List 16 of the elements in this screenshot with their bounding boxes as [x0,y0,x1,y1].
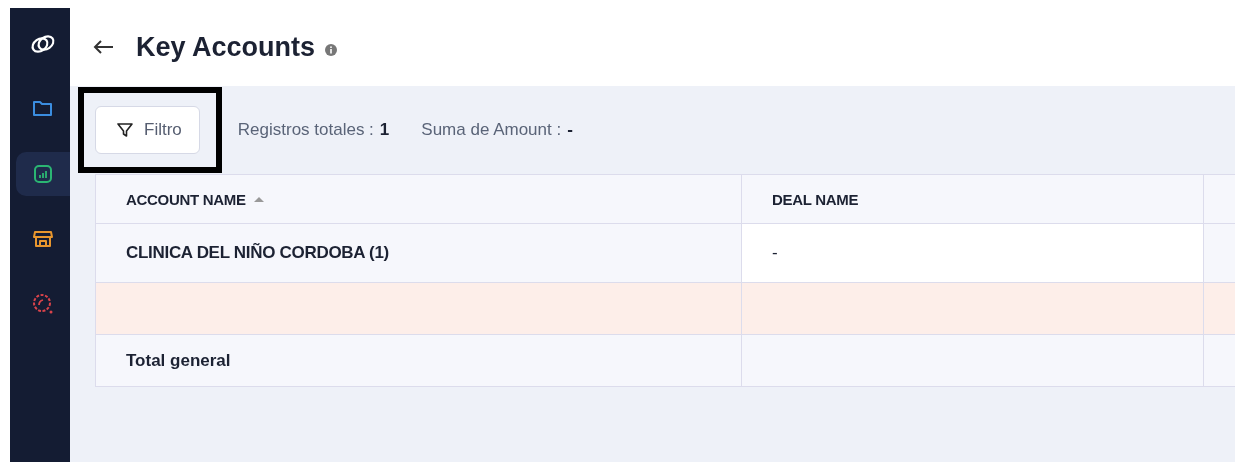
table-cell: CLINICA DEL NIÑO CORDOBA (1) [96,224,742,282]
stat-value: - [567,120,573,140]
stat-label: Suma de Amount : [421,120,562,140]
stat-label: Registros totales : [237,120,374,140]
stat-value: 1 [379,120,390,140]
column-header[interactable]: ACCOUNT NAME [96,175,742,223]
filter-icon [116,121,134,139]
info-icon [325,43,338,56]
column-header[interactable]: DEAL NAME [742,175,1204,223]
back-button[interactable] [92,39,114,55]
table-cell: Total general [96,335,742,386]
back-arrow-icon [92,39,114,55]
sidebar-item[interactable] [16,152,70,196]
table-cell: - [742,224,1204,282]
page-title: Key Accounts [136,31,316,63]
filter-button[interactable]: Filtro [95,106,200,154]
